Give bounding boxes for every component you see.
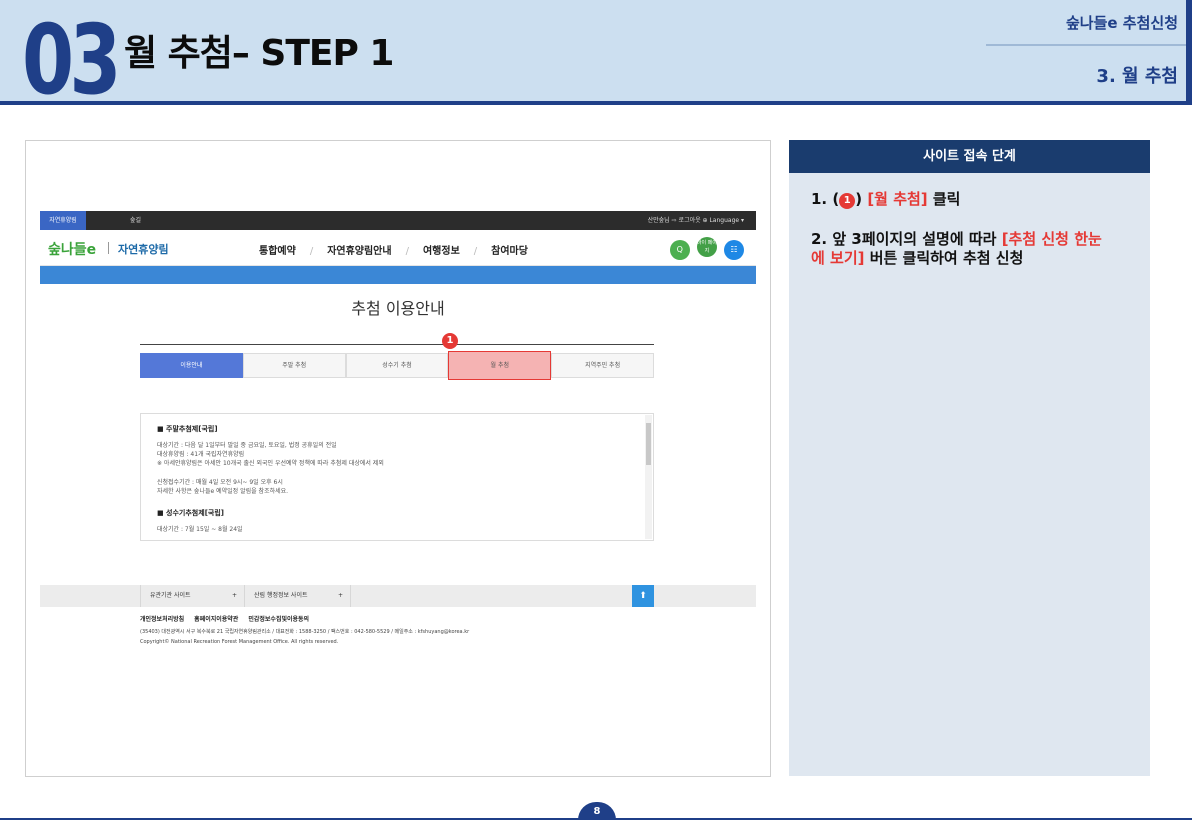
footer-address: (35403) 대전광역시 서구 복수북로 21 국립자연휴양림관리소 / 대표… bbox=[140, 629, 470, 635]
site-logo-sub[interactable]: 자연휴양림 bbox=[118, 241, 169, 257]
header-subtitle-top: 숲나들e 추첨신청 bbox=[1066, 14, 1178, 32]
menu-item-community[interactable]: 참여마당 bbox=[491, 246, 528, 257]
related-sites-link[interactable]: 유관기관 사이트 bbox=[150, 585, 191, 607]
footer-divider bbox=[244, 585, 245, 607]
nav-icons: Q 마이 페이지 ☷ bbox=[668, 237, 744, 260]
site-nav: 숲나들e 자연휴양림 통합예약 / 자연휴양림안내 / 여행정보 / 참여마당 Q 마이 페… bbox=[40, 230, 756, 266]
admin-sites-link[interactable]: 산림 행정정보 사이트 bbox=[254, 585, 308, 607]
footer-link-terms[interactable]: 홈페이지이용약관 bbox=[194, 616, 238, 623]
menu-item-reservation[interactable]: 통합예약 bbox=[259, 246, 296, 257]
footer-divider bbox=[140, 585, 141, 607]
search-icon[interactable]: Q bbox=[669, 240, 690, 260]
notice-line-cut: 대상기간 : 7월 15일 ~ 8월 24일 bbox=[157, 526, 243, 533]
step-badge-1: 1 bbox=[442, 333, 458, 349]
header-subtitle-bottom: 3. 월 추첨 bbox=[1096, 66, 1178, 87]
instruction-step-1: 1. (1) [월 추첨] 클릭 bbox=[811, 190, 1131, 209]
footer-divider bbox=[350, 585, 351, 607]
website: 자연휴양림 숲길 산만숲님 ⇨ 로그아웃 ⊕ Language ▾ 숲나들e 자… bbox=[40, 211, 756, 645]
tab-guide[interactable]: 이용안내 bbox=[140, 353, 243, 378]
notice-line: 대상기간 : 다음 달 1일부터 말일 중 금요일, 토요일, 법정 공휴일의 … bbox=[157, 442, 337, 449]
grid-menu-icon[interactable]: ☷ bbox=[724, 240, 744, 260]
section-number: 03 bbox=[22, 4, 122, 116]
footer-links: 개인정보처리방침 홈페이지이용약관 민감정보수집및이용동의 bbox=[140, 615, 469, 625]
footer-rule bbox=[0, 818, 1192, 820]
tab-peak-lottery[interactable]: 성수기 추첨 bbox=[345, 353, 449, 378]
step-2-text: 2. 앞 3페이지의 설명에 따라 bbox=[811, 230, 1002, 248]
topbar-tab-forest[interactable]: 자연휴양림 bbox=[40, 211, 86, 230]
footer-copyright: Copyright© National Recreation Forest Ma… bbox=[140, 639, 339, 645]
menu-divider: / bbox=[473, 246, 478, 257]
site-logo[interactable]: 숲나들e bbox=[48, 239, 96, 259]
panel-title: 사이트 접속 단계 bbox=[789, 140, 1150, 173]
step-1-tail: 클릭 bbox=[927, 190, 961, 208]
scrollbar-thumb[interactable] bbox=[646, 423, 651, 465]
step-2-tail: 버튼 클릭하여 추첨 신청 bbox=[864, 249, 1024, 267]
site-banner-strip bbox=[40, 266, 756, 284]
menu-item-forest-info[interactable]: 자연휴양림안내 bbox=[327, 246, 391, 257]
topbar-user-links[interactable]: 산만숲님 ⇨ 로그아웃 ⊕ Language ▾ bbox=[648, 211, 744, 230]
notice-line: 자세한 사항은 숲나들e 예약일정 알림을 참조하세요. bbox=[157, 488, 289, 495]
header-separator bbox=[986, 44, 1186, 46]
heading-rule bbox=[140, 344, 654, 345]
notice-line: 신청접수기간 : 매월 4일 오전 9시~ 9일 오후 6시 bbox=[157, 479, 283, 486]
menu-divider: / bbox=[309, 246, 314, 257]
footer-link-privacy[interactable]: 개인정보처리방침 bbox=[140, 616, 184, 623]
notice-heading-weekend: ■ 주말추첨제[국립] bbox=[157, 425, 218, 433]
lottery-notice-box: ■ 주말추첨제[국립] 대상기간 : 다음 달 1일부터 말일 중 금요일, 토… bbox=[140, 413, 654, 541]
related-sites-plus-icon[interactable]: + bbox=[232, 585, 237, 607]
notice-line: 대상휴양림 : 41개 국립자연휴양림 bbox=[157, 451, 245, 458]
notice-scrollbar[interactable] bbox=[645, 415, 652, 539]
logo-divider bbox=[108, 242, 109, 254]
website-screenshot-frame: 자연휴양림 숲길 산만숲님 ⇨ 로그아웃 ⊕ Language ▾ 숲나들e 자… bbox=[25, 140, 771, 777]
my-page-icon[interactable]: 마이 페이지 bbox=[696, 237, 717, 257]
scroll-top-icon[interactable]: ⬆ bbox=[632, 585, 654, 607]
lottery-tabs: 이용안내 주말 추첨 성수기 추첨 월 추첨 지역주민 추첨 bbox=[140, 351, 654, 380]
menu-item-travel[interactable]: 여행정보 bbox=[423, 246, 460, 257]
footer-link-sensitive-info[interactable]: 민감정보수집및이용동의 bbox=[248, 616, 309, 623]
instruction-panel: 사이트 접속 단계 1. (1) [월 추첨] 클릭 2. 앞 3페이지의 설명… bbox=[789, 140, 1150, 776]
notice-line: ※ 아세안휴양림은 아세안 10개국 출신 외국인 우선예약 정책에 따라 추첨… bbox=[157, 460, 384, 467]
site-footer-bar: 유관기관 사이트 + 산림 행정정보 사이트 + ⬆ bbox=[40, 585, 756, 607]
notice-heading-peak: ■ 성수기추첨제[국립] bbox=[157, 509, 224, 517]
site-topbar: 자연휴양림 숲길 산만숲님 ⇨ 로그아웃 ⊕ Language ▾ bbox=[40, 211, 756, 230]
admin-sites-plus-icon[interactable]: + bbox=[338, 585, 343, 607]
site-page-heading: 추첨 이용안내 bbox=[351, 299, 445, 318]
step-1-close-paren: ) bbox=[855, 190, 863, 208]
page-title: 월 추첨– STEP 1 bbox=[124, 33, 394, 74]
tab-local-resident-lottery[interactable]: 지역주민 추첨 bbox=[551, 353, 654, 378]
site-footer: 개인정보처리방침 홈페이지이용약관 민감정보수집및이용동의 (35403) 대전광역… bbox=[140, 615, 469, 647]
step-1-number: 1. ( bbox=[811, 190, 840, 208]
step-1-highlight: [월 추첨] bbox=[867, 190, 928, 208]
step-1-badge: 1 bbox=[839, 193, 856, 209]
tab-weekend-lottery[interactable]: 주말 추첨 bbox=[242, 353, 346, 378]
instruction-step-2: 2. 앞 3페이지의 설명에 따라 [추첨 신청 한눈에 보기] 버튼 클릭하여… bbox=[811, 230, 1111, 268]
main-menu: 통합예약 / 자연휴양림안내 / 여행정보 / 참여마당 bbox=[259, 242, 528, 257]
tab-monthly-lottery[interactable]: 월 추첨 bbox=[448, 351, 552, 380]
menu-divider: / bbox=[405, 246, 409, 257]
header-accent-bar bbox=[1186, 0, 1192, 104]
topbar-tab-trail[interactable]: 숲길 bbox=[130, 211, 141, 230]
header-band: 03 월 추첨– STEP 1 숲나들e 추첨신청 3. 월 추첨 bbox=[0, 0, 1192, 108]
header-underline bbox=[0, 101, 1192, 105]
